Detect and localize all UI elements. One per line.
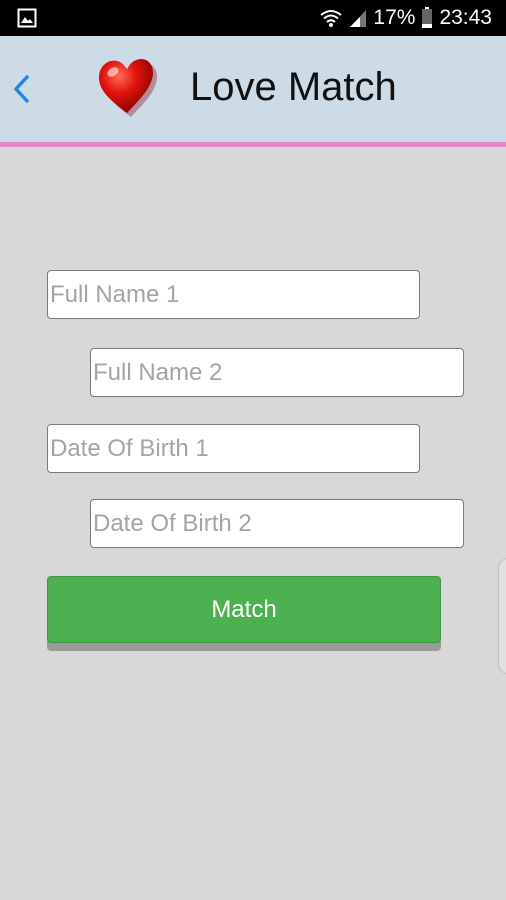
gallery-icon (17, 8, 37, 28)
full-name-2-input[interactable] (90, 348, 464, 397)
back-button[interactable] (4, 68, 38, 110)
date-of-birth-1-input[interactable] (47, 424, 420, 473)
battery-percent: 17% (373, 6, 416, 29)
edge-panel-handle[interactable] (498, 558, 506, 674)
date-of-birth-2-input[interactable] (90, 499, 464, 548)
full-name-1-input[interactable] (47, 270, 420, 319)
heart-icon (98, 59, 157, 117)
status-time: 23:43 (439, 6, 492, 29)
app-bar-divider (0, 142, 506, 147)
wifi-icon (320, 10, 343, 27)
status-indicators: 17% 23:43 (319, 0, 492, 36)
app-title: Love Match (190, 65, 397, 109)
back-chevron-icon (14, 75, 29, 103)
signal-icon (350, 10, 367, 27)
battery-icon (422, 7, 433, 28)
match-button[interactable]: Match (47, 576, 441, 643)
status-bar: 17% 23:43 (0, 0, 506, 36)
